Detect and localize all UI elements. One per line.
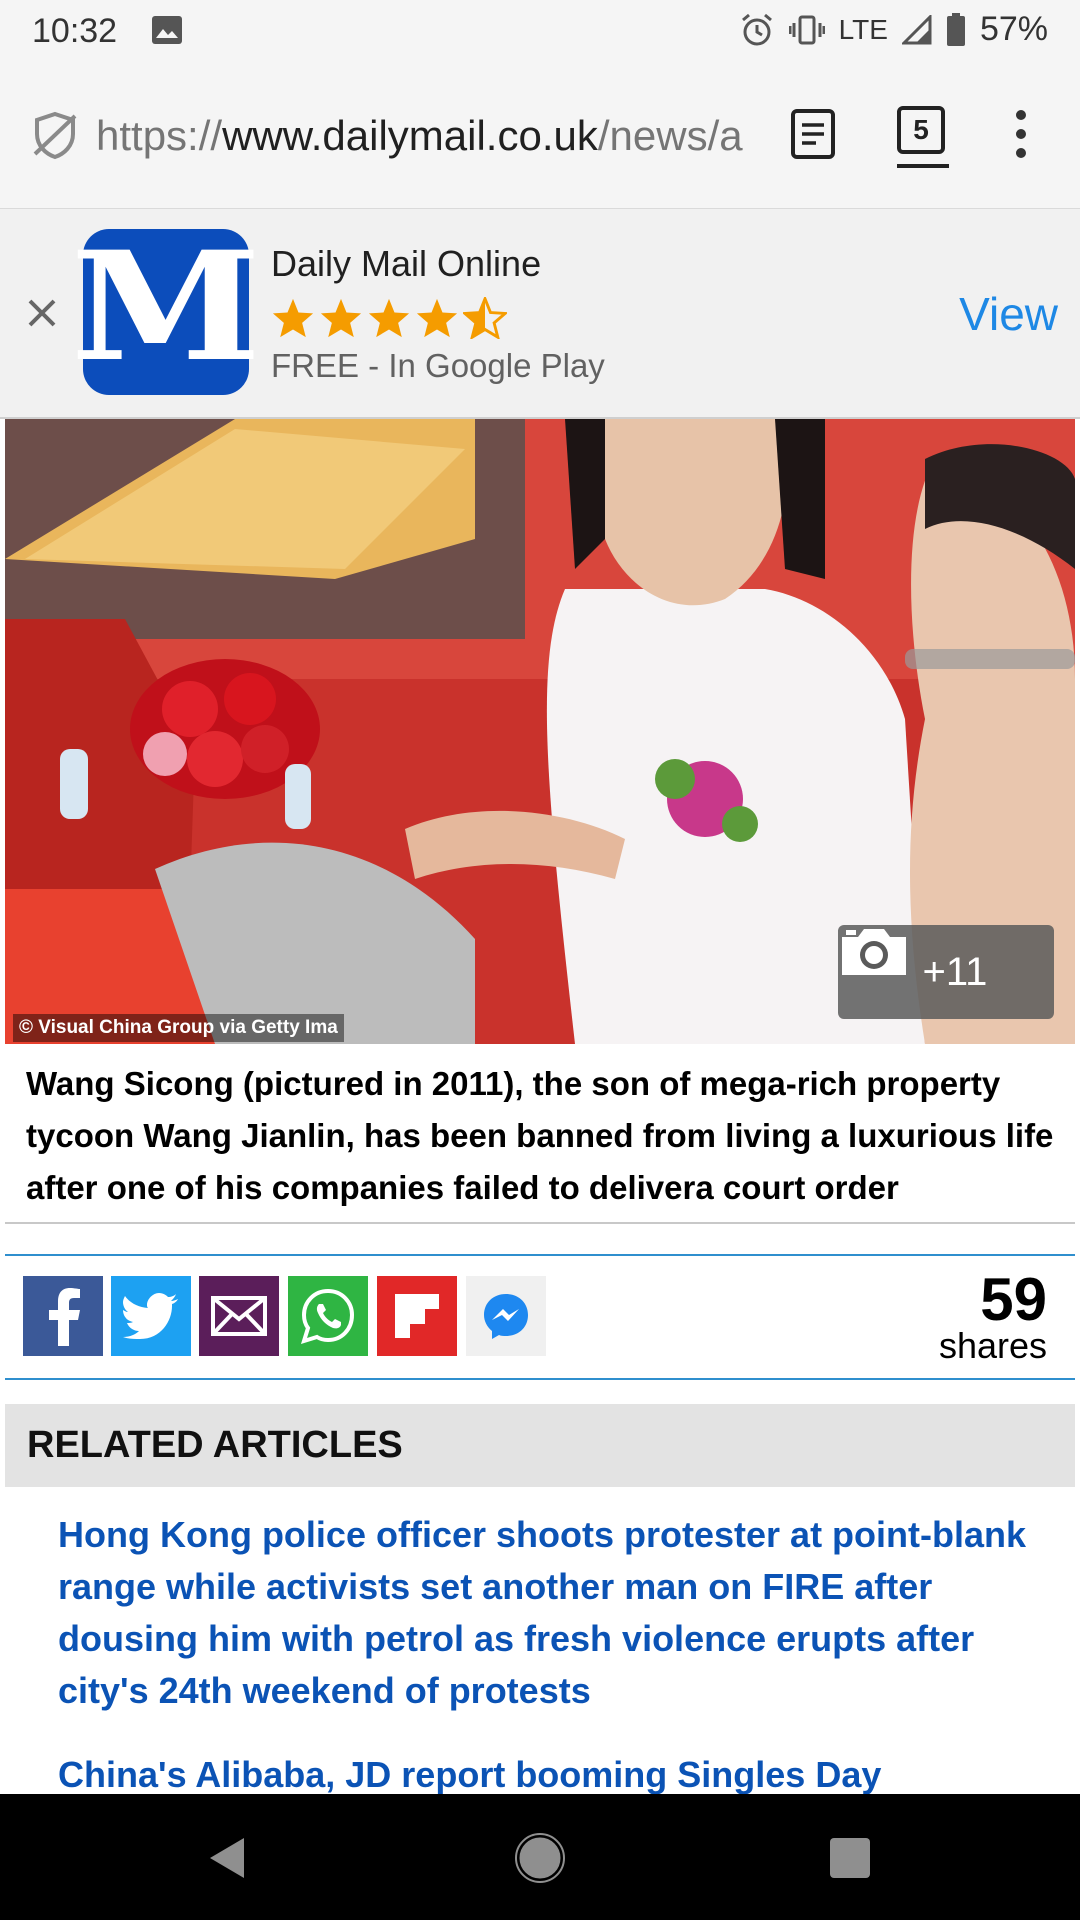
recent-apps-icon[interactable] — [830, 1838, 870, 1878]
tab-switcher-button[interactable]: 5 — [897, 106, 945, 154]
site-info-icon[interactable] — [30, 110, 80, 165]
flipboard-icon — [395, 1294, 439, 1338]
messenger-icon — [484, 1294, 528, 1339]
share-count-label: shares — [938, 1325, 1047, 1366]
related-article-link[interactable]: Hong Kong police officer shoots proteste… — [58, 1509, 1038, 1717]
url-host: www.dailymail.co.uk — [222, 112, 598, 159]
status-time: 10:32 — [32, 12, 118, 50]
overflow-menu-icon[interactable] — [1016, 110, 1030, 167]
facebook-icon — [49, 1288, 80, 1346]
home-icon[interactable] — [514, 1832, 566, 1889]
battery-icon — [946, 12, 966, 47]
gallery-count: +11 — [922, 949, 988, 994]
image-notification-icon — [150, 14, 184, 46]
battery-level: 57% — [979, 10, 1048, 48]
messenger-share-button[interactable] — [466, 1276, 546, 1356]
view-app-button[interactable]: View — [959, 287, 1058, 341]
photo-gallery-button[interactable]: +11 — [838, 925, 1054, 1019]
photo-credit: © Visual China Group via Getty Ima — [13, 1014, 344, 1042]
half-star-icon — [463, 297, 507, 339]
email-share-button[interactable] — [199, 1276, 279, 1356]
app-name: Daily Mail Online — [271, 243, 542, 284]
app-logo-letter: M — [70, 219, 262, 395]
close-icon[interactable] — [22, 293, 62, 338]
share-bar: 59 shares — [5, 1254, 1075, 1380]
facebook-share-button[interactable] — [23, 1276, 103, 1356]
app-rating — [271, 297, 507, 339]
flipboard-share-button[interactable] — [377, 1276, 457, 1356]
article-photo[interactable]: © Visual China Group via Getty Ima +11 — [5, 419, 1075, 1044]
related-articles-header: RELATED ARTICLES — [5, 1404, 1075, 1487]
app-install-banner: M Daily Mail Online FREE - In Google Pla… — [0, 209, 1080, 419]
back-icon[interactable] — [206, 1836, 246, 1885]
photo-caption: Wang Sicong (pictured in 2011), the son … — [26, 1065, 1054, 1206]
status-bar: 10:32 LTE 57% — [0, 0, 1080, 64]
whatsapp-share-button[interactable] — [288, 1276, 368, 1356]
twitter-icon — [123, 1293, 178, 1339]
url-scheme: https:// — [96, 112, 223, 159]
related-articles-heading: RELATED ARTICLES — [27, 1424, 403, 1466]
star-icon — [368, 298, 410, 338]
network-type: LTE — [838, 13, 888, 45]
app-logo[interactable]: M — [71, 229, 261, 395]
signal-icon — [901, 14, 932, 45]
system-navigation-bar — [0, 1794, 1080, 1920]
status-icons: LTE 57% — [739, 10, 1048, 49]
star-icon — [272, 298, 314, 338]
tab-switcher-underline — [897, 164, 949, 168]
whatsapp-icon — [300, 1288, 355, 1345]
twitter-share-button[interactable] — [111, 1276, 191, 1356]
url-field[interactable]: https://www.dailymail.co.uk/news/a — [96, 112, 756, 160]
email-icon — [211, 1296, 267, 1336]
browser-toolbar: https://www.dailymail.co.uk/news/a 5 — [0, 64, 1080, 209]
share-count: 59 shares — [938, 1266, 1047, 1366]
url-path: /news/a — [597, 112, 743, 159]
star-icon — [416, 298, 458, 338]
share-count-number: 59 — [980, 1266, 1047, 1333]
star-icon — [320, 298, 362, 338]
app-store-text: FREE - In Google Play — [271, 347, 605, 384]
vibrate-icon — [788, 14, 825, 46]
divider — [5, 1222, 1075, 1224]
alarm-icon — [739, 12, 775, 48]
reader-mode-icon[interactable] — [790, 108, 836, 165]
